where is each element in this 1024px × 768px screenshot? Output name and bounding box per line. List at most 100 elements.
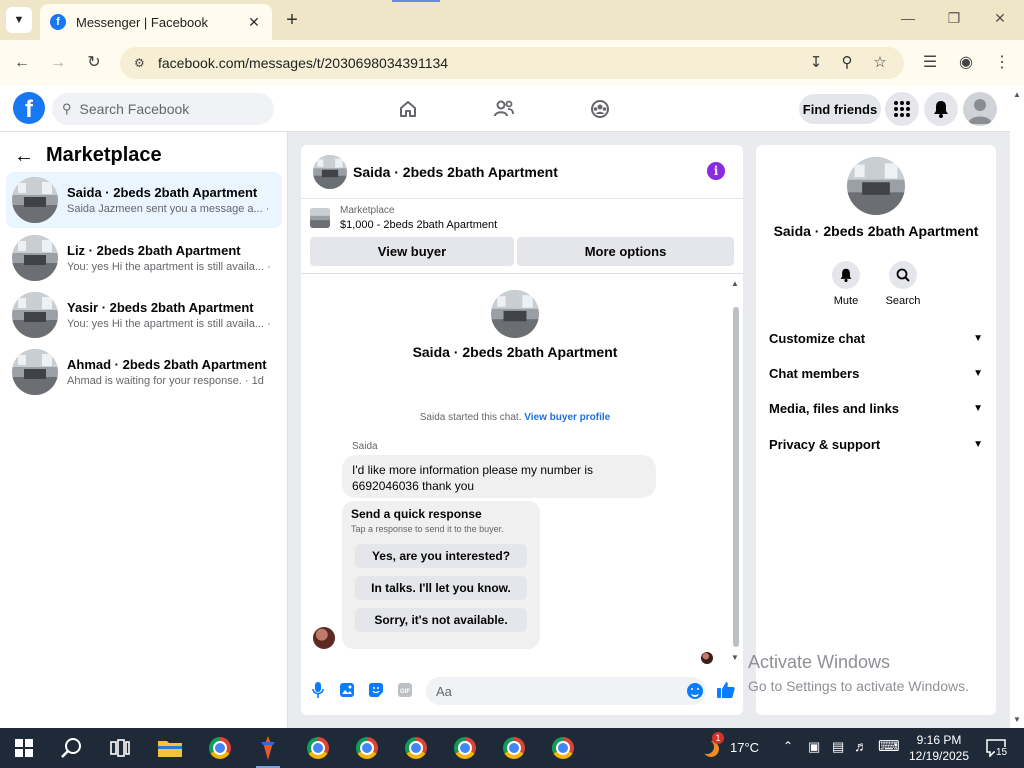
site-settings-icon[interactable]: ⚙ — [134, 56, 152, 70]
info-icon[interactable]: i — [707, 162, 725, 180]
listing-thumbnail — [12, 177, 58, 223]
conversation-item[interactable]: Saida · 2beds 2bath Apartment Saida Jazm… — [6, 172, 282, 228]
customize-chat-section[interactable]: Customize chat ▼ — [769, 328, 983, 348]
system-clock[interactable]: 9:16 PM 12/19/2025 — [906, 732, 972, 764]
conversation-item[interactable]: Liz · 2beds 2bath Apartment You: yes Hi … — [6, 230, 282, 286]
chrome-icon[interactable] — [549, 734, 577, 762]
chrome-icon[interactable] — [353, 734, 381, 762]
messages-scrollbar[interactable]: ▲ ▼ — [731, 277, 741, 667]
view-buyer-profile-link[interactable]: View buyer profile — [524, 412, 610, 423]
photo-icon[interactable] — [339, 682, 355, 698]
listing-thumbnail — [12, 235, 58, 281]
search-icon: ⚲ — [62, 101, 72, 116]
notification-center-icon[interactable]: 15 — [982, 734, 1010, 762]
chat-info-panel: Saida · 2beds 2bath Apartment Mute Searc… — [756, 145, 996, 715]
browser-tab[interactable]: f Messenger | Facebook ✕ — [40, 4, 272, 40]
chrome-icon[interactable] — [402, 734, 430, 762]
friends-icon[interactable] — [493, 98, 515, 120]
chrome-icon[interactable] — [500, 734, 528, 762]
scroll-up-icon[interactable]: ▲ — [731, 279, 739, 288]
search-icon[interactable] — [889, 261, 917, 289]
microphone-icon[interactable] — [310, 682, 326, 698]
account-avatar[interactable] — [963, 92, 997, 126]
camera-icon[interactable]: ▣ — [808, 739, 820, 755]
profile-icon[interactable]: ◉ — [956, 53, 976, 73]
browser-menu-icon[interactable]: ⋮ — [992, 53, 1012, 73]
conversation-item[interactable]: Ahmad · 2beds 2bath Apartment Ahmad is w… — [6, 344, 282, 400]
conversation-title: Ahmad · 2beds 2bath Apartment — [67, 357, 267, 372]
scroll-up-icon[interactable]: ▲ — [1013, 90, 1021, 99]
grid-icon — [894, 101, 910, 117]
quick-response-button[interactable]: Yes, are you interested? — [355, 544, 527, 568]
like-thumbs-up-icon[interactable] — [716, 680, 736, 700]
close-window-button[interactable]: ✕ — [990, 10, 1010, 27]
file-explorer-icon[interactable] — [156, 734, 184, 762]
search-icon[interactable] — [58, 734, 86, 762]
mute-action[interactable]: Mute — [821, 261, 871, 307]
keyboard-icon[interactable]: ⌨ — [878, 737, 900, 755]
more-options-button[interactable]: More options — [517, 237, 734, 266]
windows-start-icon[interactable] — [10, 734, 38, 762]
new-tab-button[interactable]: + — [282, 9, 302, 31]
bookmark-star-icon[interactable]: ☆ — [870, 53, 890, 71]
address-bar[interactable]: ⚙ facebook.com/messages/t/20306980343911… — [120, 47, 904, 79]
bell-icon[interactable] — [832, 261, 860, 289]
message-input-field[interactable] — [426, 677, 706, 705]
chat-title[interactable]: Saida · 2beds 2bath Apartment — [353, 164, 558, 180]
weather-alert-badge: 1 — [712, 732, 724, 744]
facebook-search[interactable]: ⚲ — [52, 93, 274, 125]
listing-summary[interactable]: Marketplace $1,000 - 2beds 2bath Apartme… — [310, 205, 497, 231]
chat-started-notice: Saida started this chat. View buyer prof… — [301, 412, 729, 423]
quick-response-title: Send a quick response — [351, 507, 482, 521]
message-input[interactable] — [436, 683, 656, 699]
scroll-down-icon[interactable]: ▼ — [731, 653, 739, 662]
quick-response-button[interactable]: Sorry, it's not available. — [355, 608, 527, 632]
scroll-down-icon[interactable]: ▼ — [1013, 715, 1021, 724]
gif-icon[interactable]: GIF — [397, 682, 413, 698]
install-app-icon[interactable]: ↧ — [806, 53, 826, 71]
back-button[interactable]: ← — [12, 53, 32, 73]
close-tab-icon[interactable]: ✕ — [246, 14, 262, 31]
notifications-button[interactable] — [924, 92, 958, 126]
quick-response-button[interactable]: In talks. I'll let you know. — [355, 576, 527, 600]
task-view-icon[interactable] — [106, 734, 134, 762]
sender-avatar[interactable] — [313, 627, 335, 649]
chrome-icon[interactable] — [206, 734, 234, 762]
groups-icon[interactable] — [589, 98, 611, 120]
volume-icon[interactable]: ♬ — [854, 738, 868, 754]
scrollbar-thumb[interactable] — [733, 307, 739, 647]
reload-button[interactable]: ↻ — [84, 53, 104, 73]
weather-icon[interactable]: 1 — [697, 732, 725, 762]
conversation-item[interactable]: Yasir · 2beds 2bath Apartment You: yes H… — [6, 287, 282, 343]
back-arrow-icon[interactable]: ← — [14, 145, 34, 167]
media-files-links-section[interactable]: Media, files and links ▼ — [769, 398, 983, 418]
search-action[interactable]: Search — [878, 261, 928, 307]
home-icon[interactable] — [397, 98, 419, 120]
restore-button[interactable]: ❐ — [944, 10, 964, 27]
chat-header-thumbnail[interactable] — [313, 154, 347, 189]
network-icon[interactable]: ▤ — [832, 739, 844, 755]
privacy-support-section[interactable]: Privacy & support ▼ — [769, 434, 983, 454]
emoji-icon[interactable] — [687, 683, 703, 699]
page-scrollbar[interactable]: ▲ ▼ — [1010, 86, 1024, 728]
find-friends-button[interactable]: Find friends — [799, 94, 881, 124]
forward-button[interactable]: → — [48, 53, 68, 73]
view-buyer-button[interactable]: View buyer — [310, 237, 514, 266]
search-input[interactable] — [79, 101, 260, 117]
tab-search-button[interactable]: ▼ — [6, 7, 32, 33]
active-app-icon[interactable] — [254, 734, 282, 768]
minimize-button[interactable]: — — [898, 10, 918, 26]
sticker-icon[interactable] — [368, 682, 384, 698]
chrome-icon[interactable] — [304, 734, 332, 762]
browser-tab-bar: ▼ f Messenger | Facebook ✕ + — ❐ ✕ — [0, 0, 1024, 40]
facebook-logo[interactable]: f — [13, 92, 45, 124]
chevron-up-icon[interactable]: ⌃ — [783, 739, 793, 753]
browser-toolbar: ← → ↻ ⚙ facebook.com/messages/t/20306980… — [0, 40, 1024, 86]
zoom-icon[interactable]: ⚲ — [837, 53, 857, 71]
menu-grid-button[interactable] — [885, 92, 919, 126]
media-control-icon[interactable]: ☰ — [920, 53, 940, 73]
weather-temperature[interactable]: 17°C — [730, 740, 759, 755]
chat-members-section[interactable]: Chat members ▼ — [769, 363, 983, 383]
chat-header: Saida · 2beds 2bath Apartment i — [301, 145, 743, 199]
chrome-icon[interactable] — [451, 734, 479, 762]
